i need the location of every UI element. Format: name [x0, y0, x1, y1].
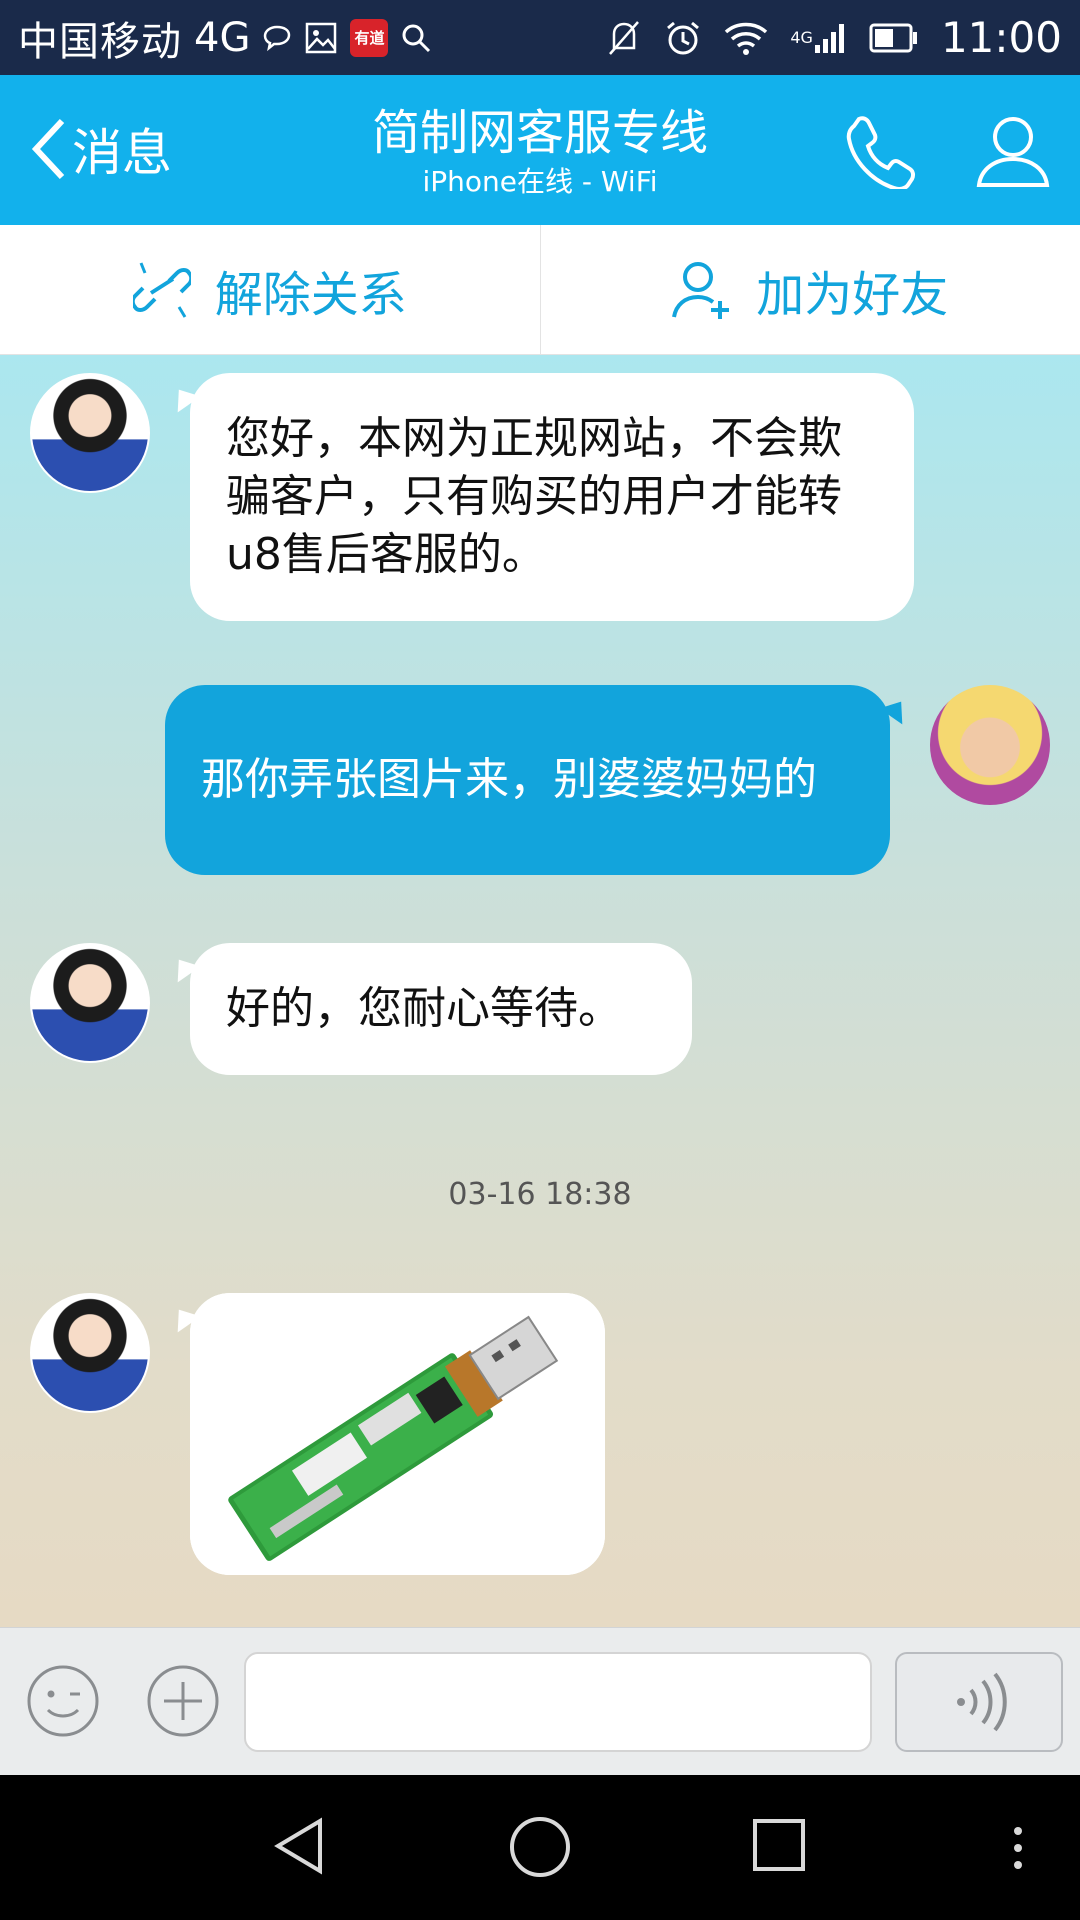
contact-avatar[interactable]	[30, 1293, 150, 1413]
chat-title-block: 简制网客服专线 iPhone在线 - WiFi	[0, 103, 1080, 199]
voice-button[interactable]	[895, 1652, 1063, 1752]
message-bubble-incoming[interactable]: 您好，本网为正规网站，不会欺骗客户，只有购买的用户才能转u8售后客服的。	[190, 373, 914, 621]
image-message[interactable]	[190, 1293, 605, 1575]
voice-wave-icon	[957, 1672, 1007, 1732]
alarm-icon	[664, 19, 702, 57]
contact-profile-button[interactable]	[975, 113, 1051, 193]
contact-avatar[interactable]	[30, 373, 150, 493]
more-dots-icon	[1014, 1827, 1022, 1869]
plus-icon	[147, 1665, 219, 1737]
add-friend-icon	[672, 261, 730, 319]
triangle-back-icon	[274, 1817, 322, 1875]
person-icon	[976, 117, 1050, 187]
message-list[interactable]: 您好，本网为正规网站，不会欺骗客户，只有购买的用户才能转u8售后客服的。 那你弄…	[0, 355, 1080, 1627]
mute-icon	[606, 18, 642, 58]
unlink-label: 解除关系	[214, 266, 407, 323]
cellular-signal-icon: 4G	[790, 21, 847, 55]
circle-home-icon	[510, 1817, 570, 1877]
add-friend-label: 加为好友	[756, 266, 949, 323]
system-navigation-bar	[0, 1775, 1080, 1920]
nav-home-button[interactable]	[508, 1815, 572, 1883]
relationship-actions: 解除关系 加为好友	[0, 225, 1080, 355]
phone-icon	[846, 116, 916, 191]
square-recents-icon	[753, 1819, 805, 1871]
battery-icon	[869, 22, 919, 54]
usb-adapter-image	[190, 1293, 605, 1575]
nav-recents-button[interactable]	[749, 1815, 809, 1879]
more-options-button[interactable]	[146, 1664, 220, 1742]
nav-menu-button[interactable]	[1010, 1825, 1026, 1875]
unlink-button[interactable]: 解除关系	[0, 225, 540, 354]
message-input[interactable]	[244, 1652, 872, 1752]
unlink-icon	[132, 261, 191, 318]
chat-notification-icon	[262, 23, 292, 53]
message-timestamp: 03-16 18:38	[448, 1177, 632, 1212]
search-notification-icon	[400, 22, 432, 54]
message-input-bar	[0, 1627, 1080, 1775]
carrier-name: 中国移动	[18, 18, 182, 65]
call-button[interactable]	[845, 113, 917, 193]
emoji-button[interactable]	[26, 1664, 100, 1742]
add-friend-button[interactable]: 加为好友	[541, 225, 1080, 354]
clock-time: 11:00	[940, 13, 1062, 62]
smiley-icon	[27, 1665, 99, 1737]
chat-subtitle: iPhone在线 - WiFi	[422, 165, 658, 198]
my-avatar[interactable]	[930, 685, 1050, 805]
contact-avatar[interactable]	[30, 943, 150, 1063]
chat-title: 简制网客服专线	[371, 105, 708, 161]
message-bubble-outgoing[interactable]: 那你弄张图片来，别婆婆妈妈的	[165, 685, 890, 875]
nav-back-button[interactable]	[270, 1815, 332, 1881]
youdao-app-icon: 有道	[350, 18, 389, 57]
gallery-notification-icon	[304, 21, 338, 55]
message-text: 那你弄张图片来，别婆婆妈妈的	[201, 754, 817, 805]
status-bar: 中国移动 4G 有道 4G 11:00	[0, 0, 1080, 75]
chat-header: 消息 简制网客服专线 iPhone在线 - WiFi	[0, 75, 1080, 225]
signal-network-label: 4G	[790, 27, 813, 47]
network-type: 4G	[194, 14, 251, 61]
wifi-icon	[724, 20, 768, 56]
message-text: 好的，您耐心等待。	[226, 983, 622, 1034]
message-bubble-incoming[interactable]: 好的，您耐心等待。	[190, 943, 692, 1075]
message-text: 您好，本网为正规网站，不会欺骗客户，只有购买的用户才能转u8售后客服的。	[226, 413, 842, 580]
